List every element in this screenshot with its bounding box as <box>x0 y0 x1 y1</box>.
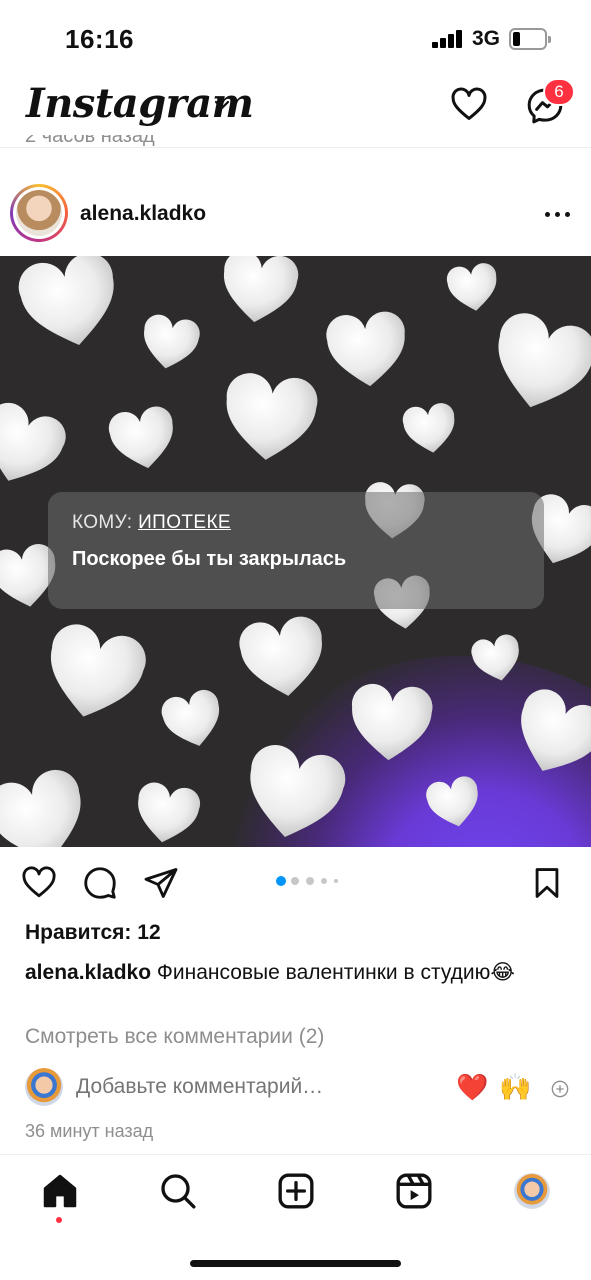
reels-icon[interactable] <box>394 1171 434 1211</box>
heart-decoration <box>483 307 591 420</box>
heart-decoration <box>37 619 151 729</box>
add-comment-row: ❤️ 🙌 <box>0 1066 591 1110</box>
heart-decoration <box>236 613 330 702</box>
home-icon[interactable] <box>40 1171 80 1211</box>
heart-decoration <box>138 312 203 374</box>
post-header: alena.kladko <box>0 172 591 256</box>
status-bar: 16:16 3G <box>0 0 591 78</box>
heart-decoration <box>158 686 228 753</box>
caption-text: Финансовые валентинки в студию😂 <box>156 961 515 984</box>
note-recipient: КОМУ: ИПОТЕКЕ <box>72 512 232 533</box>
create-icon[interactable] <box>276 1171 316 1211</box>
more-options-icon[interactable] <box>545 212 571 218</box>
profile-avatar[interactable] <box>514 1173 550 1209</box>
previous-post-time: 2 часов назад <box>25 135 155 147</box>
add-comment-input[interactable] <box>76 1075 436 1099</box>
network-type: 3G <box>472 27 501 50</box>
heart-decoration <box>220 370 320 465</box>
heart-decoration <box>106 403 180 474</box>
heart-decoration <box>14 256 126 355</box>
valentine-note: КОМУ: ИПОТЕКЕ Поскорее бы ты закрылась <box>48 492 544 609</box>
heart-decoration <box>0 764 96 847</box>
signal-icon <box>432 30 464 48</box>
like-icon[interactable] <box>21 865 57 901</box>
heart-decoration <box>217 256 301 328</box>
raised-hands-reaction-button[interactable]: 🙌 <box>499 1072 531 1103</box>
home-indicator <box>190 1260 401 1267</box>
post-actions <box>0 847 591 919</box>
comment-icon[interactable] <box>82 865 118 901</box>
share-icon[interactable] <box>143 865 179 901</box>
heart-decoration <box>401 401 459 457</box>
bookmark-icon[interactable] <box>530 865 564 901</box>
heart-icon[interactable] <box>450 86 488 124</box>
notification-badge: 6 <box>543 78 575 106</box>
carousel-indicator <box>276 876 346 886</box>
likes-count[interactable]: Нравится: 12 <box>25 921 161 945</box>
avatar[interactable] <box>10 184 68 242</box>
home-active-dot <box>56 1217 62 1223</box>
bottom-tab-bar <box>0 1154 591 1280</box>
status-time: 16:16 <box>65 24 134 54</box>
post-timestamp: 36 минут назад <box>25 1121 154 1141</box>
heart-decoration <box>131 780 203 847</box>
heart-decoration <box>348 682 434 763</box>
chevron-down-icon[interactable] <box>213 96 231 114</box>
battery-icon <box>509 28 551 50</box>
avatar <box>25 1068 63 1106</box>
heart-reaction-button[interactable]: ❤️ <box>456 1072 488 1103</box>
add-circle-icon[interactable] <box>551 1080 569 1098</box>
post-caption: alena.kladko Финансовые валентинки в сту… <box>25 958 565 988</box>
heart-decoration <box>445 261 501 315</box>
view-comments-link[interactable]: Смотреть все комментарии (2) <box>25 1025 324 1049</box>
heart-decoration <box>324 309 410 390</box>
post-username[interactable]: alena.kladko <box>80 202 206 226</box>
caption-username[interactable]: alena.kladko <box>25 961 151 984</box>
note-message: Поскорее бы ты закрылась <box>72 548 347 570</box>
post-image[interactable]: КОМУ: ИПОТЕКЕ Поскорее бы ты закрылась <box>0 256 591 847</box>
search-icon[interactable] <box>158 1171 198 1211</box>
heart-decoration <box>0 397 72 495</box>
